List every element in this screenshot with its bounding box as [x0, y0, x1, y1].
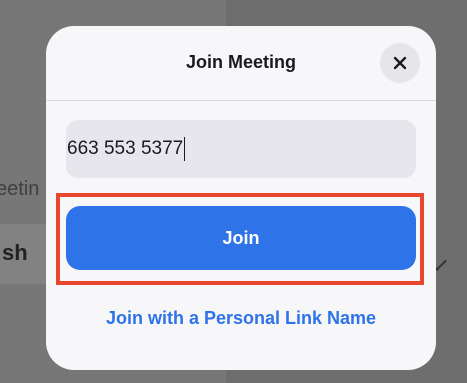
meeting-id-value: 663 553 5377: [67, 138, 184, 159]
background-meeting-label: eetin: [0, 178, 40, 200]
join-button-label: Join: [222, 227, 260, 248]
background-button-label: sh: [2, 240, 28, 265]
close-button[interactable]: [380, 43, 420, 83]
dialog-header: Join Meeting: [46, 26, 436, 100]
join-personal-link-button[interactable]: Join with a Personal Link Name: [46, 308, 436, 329]
close-icon: [393, 56, 407, 70]
text-caret: [184, 137, 186, 161]
join-meeting-dialog: Join Meeting 663 553 5377 Join Join with…: [46, 26, 436, 370]
dialog-title: Join Meeting: [185, 52, 296, 72]
header-divider: [46, 100, 436, 101]
join-button[interactable]: Join: [66, 206, 416, 270]
meeting-id-input[interactable]: 663 553 5377: [66, 120, 416, 178]
